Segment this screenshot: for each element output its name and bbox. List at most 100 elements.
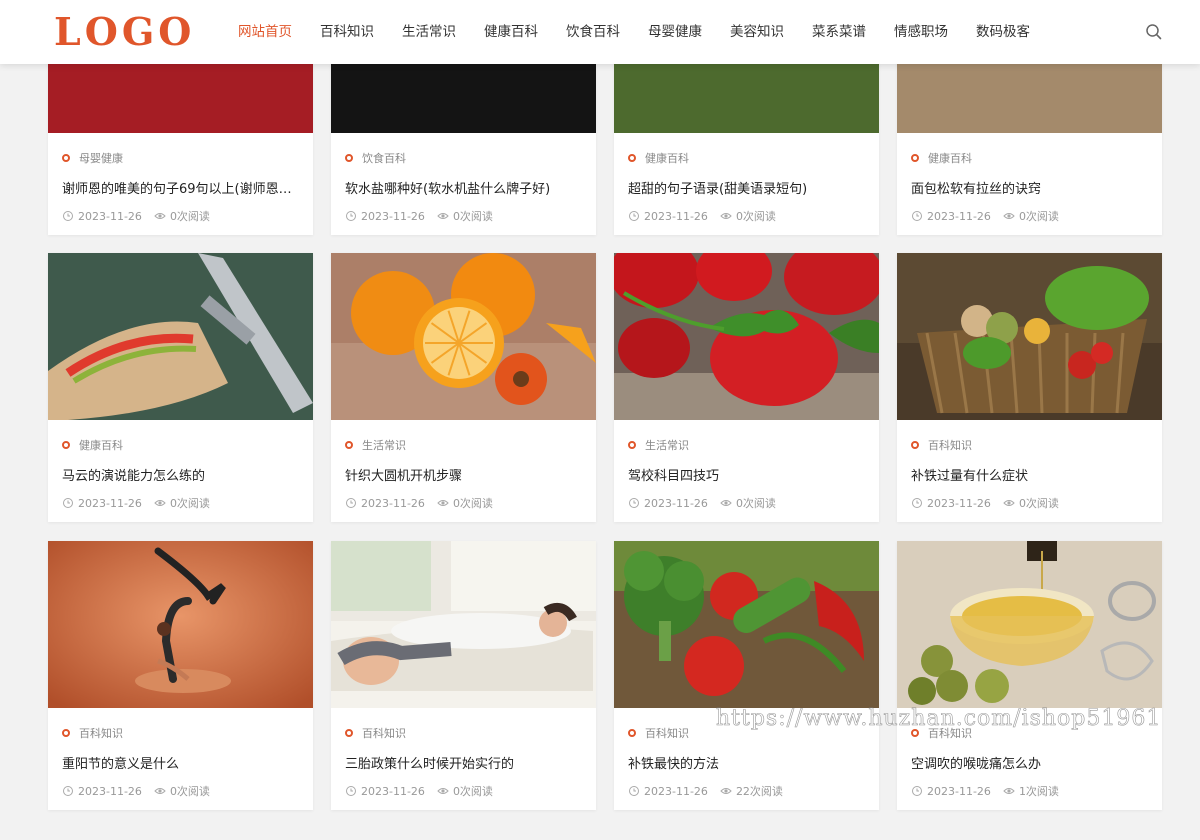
article-category[interactable]: 饮食百科 bbox=[345, 150, 406, 166]
clock-icon bbox=[912, 786, 922, 796]
article-thumbnail[interactable] bbox=[48, 541, 313, 708]
article-card[interactable]: 百科知识 重阳节的意义是什么 2023-11-26 0次阅读 bbox=[48, 541, 313, 810]
article-date: 2023-11-26 bbox=[361, 496, 425, 510]
article-views: 0次阅读 bbox=[1018, 497, 1059, 510]
article-thumbnail[interactable] bbox=[614, 541, 879, 708]
article-info: 2023-11-26 0次阅读 bbox=[628, 208, 776, 224]
article-info: 2023-11-26 0次阅读 bbox=[345, 208, 493, 224]
pregnant-image bbox=[331, 541, 596, 708]
article-thumbnail[interactable] bbox=[331, 253, 596, 420]
search-button[interactable] bbox=[1144, 22, 1164, 42]
article-title[interactable]: 软水盐哪种好(软水机盐什么牌子好) bbox=[345, 178, 585, 197]
category-label[interactable]: 百科知识 bbox=[362, 725, 406, 741]
article-card[interactable]: 生活常识 针织大圆机开机步骤 2023-11-26 0次阅读 bbox=[331, 253, 596, 522]
article-thumbnail[interactable] bbox=[48, 253, 313, 420]
article-views: 0次阅读 bbox=[169, 785, 210, 798]
category-label[interactable]: 百科知识 bbox=[928, 437, 972, 453]
article-title[interactable]: 面包松软有拉丝的诀窍 bbox=[911, 178, 1151, 197]
article-title[interactable]: 补铁最快的方法 bbox=[628, 753, 868, 772]
article-date: 2023-11-26 bbox=[644, 784, 708, 798]
article-views: 0次阅读 bbox=[452, 785, 493, 798]
article-category[interactable]: 百科知识 bbox=[62, 725, 123, 741]
nav-item[interactable]: 菜系菜谱 bbox=[798, 0, 880, 64]
category-label[interactable]: 健康百科 bbox=[928, 150, 972, 166]
article-category[interactable]: 百科知识 bbox=[628, 725, 689, 741]
article-info: 2023-11-26 1次阅读 bbox=[911, 783, 1059, 799]
strawberry-image bbox=[614, 253, 879, 420]
article-date: 2023-11-26 bbox=[78, 496, 142, 510]
article-title[interactable]: 驾校科目四技巧 bbox=[628, 465, 868, 484]
article-title[interactable]: 三胎政策什么时候开始实行的 bbox=[345, 753, 585, 772]
article-title[interactable]: 空调吹的喉咙痛怎么办 bbox=[911, 753, 1151, 772]
oil-image bbox=[897, 541, 1162, 708]
article-views: 1次阅读 bbox=[1018, 785, 1059, 798]
article-thumbnail[interactable] bbox=[897, 541, 1162, 708]
category-dot-icon bbox=[628, 154, 636, 162]
article-thumbnail[interactable] bbox=[614, 253, 879, 420]
article-thumbnail[interactable] bbox=[897, 253, 1162, 420]
article-thumbnail[interactable] bbox=[331, 541, 596, 708]
category-dot-icon bbox=[62, 154, 70, 162]
oranges-image bbox=[331, 253, 596, 420]
article-title[interactable]: 补铁过量有什么症状 bbox=[911, 465, 1151, 484]
clock-icon bbox=[629, 498, 639, 508]
category-label[interactable]: 健康百科 bbox=[79, 437, 123, 453]
clock-icon bbox=[63, 211, 73, 221]
article-category[interactable]: 百科知识 bbox=[911, 725, 972, 741]
eye-icon bbox=[154, 788, 166, 794]
nav-item[interactable]: 母婴健康 bbox=[634, 0, 716, 64]
article-category[interactable]: 健康百科 bbox=[628, 150, 689, 166]
article-date: 2023-11-26 bbox=[361, 209, 425, 223]
site-logo[interactable]: LOGO bbox=[54, 10, 195, 54]
vegetables-image bbox=[614, 541, 879, 708]
nav-item[interactable]: 情感职场 bbox=[880, 0, 962, 64]
article-card[interactable]: 百科知识 三胎政策什么时候开始实行的 2023-11-26 0次阅读 bbox=[331, 541, 596, 810]
article-card[interactable]: 生活常识 驾校科目四技巧 2023-11-26 0次阅读 bbox=[614, 253, 879, 522]
article-date: 2023-11-26 bbox=[927, 496, 991, 510]
category-label[interactable]: 百科知识 bbox=[645, 725, 689, 741]
category-label[interactable]: 百科知识 bbox=[79, 725, 123, 741]
nav-item[interactable]: 美容知识 bbox=[716, 0, 798, 64]
article-date: 2023-11-26 bbox=[927, 209, 991, 223]
category-label[interactable]: 生活常识 bbox=[645, 437, 689, 453]
nav-item[interactable]: 健康百科 bbox=[470, 0, 552, 64]
article-title[interactable]: 重阳节的意义是什么 bbox=[62, 753, 302, 772]
category-label[interactable]: 百科知识 bbox=[928, 725, 972, 741]
nav-item[interactable]: 生活常识 bbox=[388, 0, 470, 64]
nav-item[interactable]: 饮食百科 bbox=[552, 0, 634, 64]
article-card[interactable]: 百科知识补铁过量有什么症状 2023-11-26 0次阅读 bbox=[897, 253, 1162, 522]
category-label[interactable]: 生活常识 bbox=[362, 437, 406, 453]
clock-icon bbox=[912, 498, 922, 508]
article-category[interactable]: 健康百科 bbox=[911, 150, 972, 166]
eye-icon bbox=[1003, 500, 1015, 506]
search-icon bbox=[1146, 24, 1162, 40]
article-category[interactable]: 百科知识 bbox=[911, 437, 972, 453]
article-title[interactable]: 谢师恩的唯美的句子69句以上(谢师恩的唯美的句子) bbox=[62, 178, 302, 197]
nav-item[interactable]: 百科知识 bbox=[306, 0, 388, 64]
article-title[interactable]: 超甜的句子语录(甜美语录短句) bbox=[628, 178, 868, 197]
article-card[interactable]: 百科知识 补铁最快的方法 2023-11-26 22次阅读 bbox=[614, 541, 879, 810]
clock-icon bbox=[63, 498, 73, 508]
article-category[interactable]: 生活常识 bbox=[628, 437, 689, 453]
category-label[interactable]: 健康百科 bbox=[645, 150, 689, 166]
article-views: 0次阅读 bbox=[1018, 210, 1059, 223]
article-card[interactable]: 百科知识空调吹的喉咙痛怎么办 2023-11-26 1次阅读 bbox=[897, 541, 1162, 810]
category-dot-icon bbox=[62, 729, 70, 737]
article-category[interactable]: 生活常识 bbox=[345, 437, 406, 453]
article-card[interactable]: 健康百科马云的演说能力怎么练的 2023-11-26 0次阅读 bbox=[48, 253, 313, 522]
article-title[interactable]: 针织大圆机开机步骤 bbox=[345, 465, 585, 484]
nav-item[interactable]: 数码极客 bbox=[962, 0, 1044, 64]
article-info: 2023-11-26 0次阅读 bbox=[911, 208, 1059, 224]
category-label[interactable]: 母婴健康 bbox=[79, 150, 123, 166]
article-category[interactable]: 健康百科 bbox=[62, 437, 123, 453]
eye-icon bbox=[154, 213, 166, 219]
category-label[interactable]: 饮食百科 bbox=[362, 150, 406, 166]
article-title[interactable]: 马云的演说能力怎么练的 bbox=[62, 465, 302, 484]
article-category[interactable]: 母婴健康 bbox=[62, 150, 123, 166]
article-category[interactable]: 百科知识 bbox=[345, 725, 406, 741]
category-dot-icon bbox=[911, 441, 919, 449]
article-views: 0次阅读 bbox=[169, 497, 210, 510]
nav-item[interactable]: 网站首页 bbox=[224, 0, 306, 64]
article-date: 2023-11-26 bbox=[644, 209, 708, 223]
article-date: 2023-11-26 bbox=[927, 784, 991, 798]
